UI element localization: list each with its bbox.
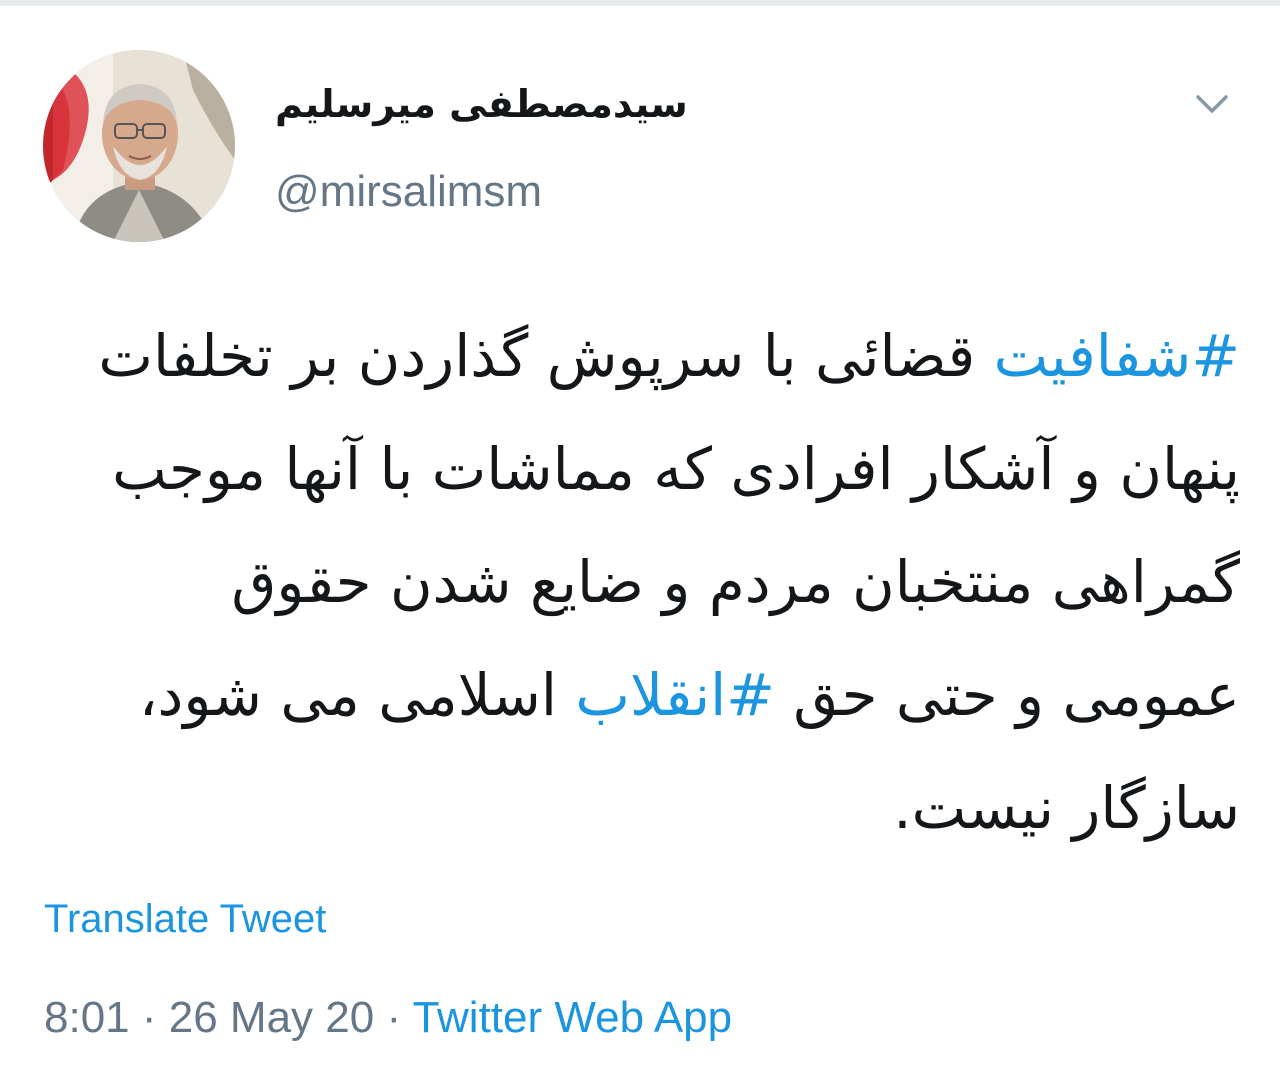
tweet-date[interactable]: 26 May 20 [169,993,374,1042]
tweet-metadata: 8:01 · 26 May 20 · Twitter Web App [44,990,732,1046]
tweet-time[interactable]: 8:01 [44,993,130,1042]
avatar[interactable] [43,50,235,242]
hashtag-link[interactable]: #انقلاب [575,661,774,729]
avatar-photo [43,50,235,242]
meta-separator: · [141,993,157,1042]
tweet-author[interactable]: سیدمصطفی میرسلیم @mirsalimsm [275,78,975,218]
display-name[interactable]: سیدمصطفی میرسلیم [275,78,975,130]
tweet-text: #شفافیت قضائی با سرپوش گذاردن بر تخلفات … [40,300,1240,865]
tweet-source-link[interactable]: Twitter Web App [413,993,733,1042]
hashtag-link[interactable]: #شفافیت [994,322,1240,390]
user-handle[interactable]: @mirsalimsm [275,166,975,218]
more-options-button[interactable] [1190,82,1234,126]
meta-separator: · [386,993,402,1042]
chevron-down-icon [1196,95,1228,113]
top-divider [0,0,1280,6]
translate-tweet-link[interactable]: Translate Tweet [44,893,326,945]
